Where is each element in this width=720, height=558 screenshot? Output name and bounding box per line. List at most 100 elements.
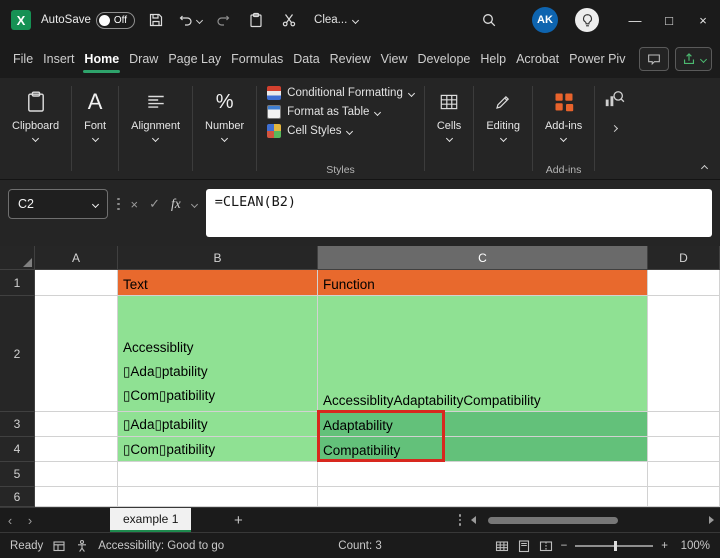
- cell-b4[interactable]: ▯Com▯patibility: [118, 437, 318, 462]
- cell-c5[interactable]: [318, 462, 648, 487]
- cell-c3[interactable]: Adaptability: [318, 412, 648, 437]
- row-header-4[interactable]: 4: [0, 437, 35, 462]
- cell-c4[interactable]: Compatibility: [318, 437, 648, 462]
- search-button[interactable]: [477, 8, 501, 32]
- cell-styles-button[interactable]: Cell Styles: [267, 124, 352, 138]
- number-button[interactable]: % Number: [205, 88, 244, 141]
- tab-page-layout[interactable]: Page Lay: [163, 42, 226, 76]
- macro-record-button[interactable]: [52, 539, 66, 553]
- select-all-corner[interactable]: [0, 246, 35, 270]
- col-header-c[interactable]: C: [318, 246, 648, 270]
- cell-b6[interactable]: [118, 487, 318, 507]
- undo-button[interactable]: [177, 11, 202, 29]
- zoom-slider[interactable]: [575, 545, 653, 547]
- clipboard-button[interactable]: Clipboard: [12, 88, 59, 141]
- cell-a5[interactable]: [35, 462, 118, 487]
- tab-insert[interactable]: Insert: [38, 42, 79, 76]
- font-button[interactable]: A Font: [84, 88, 106, 141]
- cell-d5[interactable]: [648, 462, 720, 487]
- cell-d2[interactable]: [648, 296, 720, 412]
- scroll-left-icon[interactable]: [471, 516, 476, 524]
- maximize-button[interactable]: □: [652, 0, 686, 40]
- autosave-switch[interactable]: Off: [96, 12, 135, 29]
- zoom-slider-thumb[interactable]: [614, 541, 617, 551]
- cell-a3[interactable]: [35, 412, 118, 437]
- save-button[interactable]: [144, 8, 168, 32]
- tab-draw[interactable]: Draw: [124, 42, 163, 76]
- close-button[interactable]: ×: [686, 0, 720, 40]
- comments-button[interactable]: [639, 47, 669, 71]
- cell-d3[interactable]: [648, 412, 720, 437]
- prev-sheet-button[interactable]: ‹: [0, 513, 20, 528]
- editing-button[interactable]: Editing: [486, 88, 520, 141]
- cell-d4[interactable]: [648, 437, 720, 462]
- horizontal-scrollbar[interactable]: [471, 516, 714, 525]
- row-header-2[interactable]: 2: [0, 296, 35, 412]
- cut-button[interactable]: [277, 8, 301, 32]
- normal-view-button[interactable]: [495, 539, 509, 553]
- add-sheet-button[interactable]: +: [227, 512, 249, 529]
- undo-dropdown-chevron-icon[interactable]: [196, 16, 203, 23]
- qat-command-dropdown[interactable]: Clea...: [314, 14, 358, 26]
- autosave-toggle[interactable]: AutoSave Off: [41, 12, 135, 29]
- drag-handle-icon[interactable]: [117, 198, 120, 211]
- minimize-button[interactable]: —: [618, 0, 652, 40]
- formula-input[interactable]: =CLEAN(B2): [206, 189, 712, 237]
- cell-a2[interactable]: [35, 296, 118, 412]
- sheet-tab-example1[interactable]: example 1: [110, 508, 191, 532]
- cell-a1[interactable]: [35, 270, 118, 296]
- insert-function-button[interactable]: fx: [171, 196, 181, 212]
- zoom-out-button[interactable]: −: [561, 540, 568, 552]
- page-break-view-button[interactable]: [539, 539, 553, 553]
- scrollbar-thumb[interactable]: [488, 517, 618, 524]
- tab-review[interactable]: Review: [325, 42, 376, 76]
- tab-data[interactable]: Data: [288, 42, 324, 76]
- share-button[interactable]: [675, 47, 712, 71]
- conditional-formatting-button[interactable]: Conditional Formatting: [267, 86, 414, 100]
- scrollbar-track[interactable]: [480, 516, 705, 525]
- accessibility-status[interactable]: Accessibility: Good to go: [98, 540, 224, 552]
- zoom-in-button[interactable]: +: [661, 540, 668, 552]
- collapse-ribbon-chevron-icon[interactable]: [701, 165, 708, 172]
- tab-view[interactable]: View: [376, 42, 413, 76]
- cell-c6[interactable]: [318, 487, 648, 507]
- paste-button[interactable]: [244, 8, 268, 32]
- tab-home[interactable]: Home: [79, 42, 124, 76]
- col-header-a[interactable]: A: [35, 246, 118, 270]
- tab-file[interactable]: File: [8, 42, 38, 76]
- ribbon-expand-chevron-icon[interactable]: [611, 125, 618, 132]
- tab-help[interactable]: Help: [475, 42, 511, 76]
- cancel-entry-button[interactable]: ×: [131, 197, 139, 212]
- cell-b1[interactable]: Text: [118, 270, 318, 296]
- col-header-b[interactable]: B: [118, 246, 318, 270]
- redo-button[interactable]: [211, 8, 235, 32]
- excel-logo-icon[interactable]: X: [10, 9, 32, 31]
- cell-c2-active[interactable]: AccessiblityAdaptabilityCompatibility: [318, 296, 648, 412]
- add-ins-button[interactable]: Add-ins: [545, 88, 582, 141]
- cell-d6[interactable]: [648, 487, 720, 507]
- cell-a4[interactable]: [35, 437, 118, 462]
- format-as-table-button[interactable]: Format as Table: [267, 105, 380, 119]
- next-sheet-button[interactable]: ›: [20, 513, 40, 528]
- cells-button[interactable]: Cells: [437, 88, 461, 141]
- accessibility-icon[interactable]: [75, 539, 89, 553]
- sheet-options-kebab-icon[interactable]: [449, 514, 472, 526]
- tab-formulas[interactable]: Formulas: [226, 42, 288, 76]
- cell-b2[interactable]: Accessiblity ▯Ada▯ptability ▯Com▯patibil…: [118, 296, 318, 412]
- tab-acrobat[interactable]: Acrobat: [511, 42, 564, 76]
- name-box[interactable]: C2: [8, 189, 108, 219]
- page-layout-view-button[interactable]: [517, 539, 531, 553]
- scroll-right-icon[interactable]: [709, 516, 714, 524]
- row-header-1[interactable]: 1: [0, 270, 35, 296]
- col-header-d[interactable]: D: [648, 246, 720, 270]
- lightbulb-button[interactable]: [575, 8, 599, 32]
- cell-b3[interactable]: ▯Ada▯ptability: [118, 412, 318, 437]
- zoom-level[interactable]: 100%: [676, 540, 710, 552]
- cell-c1[interactable]: Function: [318, 270, 648, 296]
- cell-d1[interactable]: [648, 270, 720, 296]
- row-header-5[interactable]: 5: [0, 462, 35, 487]
- analyze-data-icon[interactable]: [603, 88, 625, 110]
- avatar[interactable]: AK: [532, 7, 558, 33]
- cell-a6[interactable]: [35, 487, 118, 507]
- tab-developer[interactable]: Develope: [413, 42, 476, 76]
